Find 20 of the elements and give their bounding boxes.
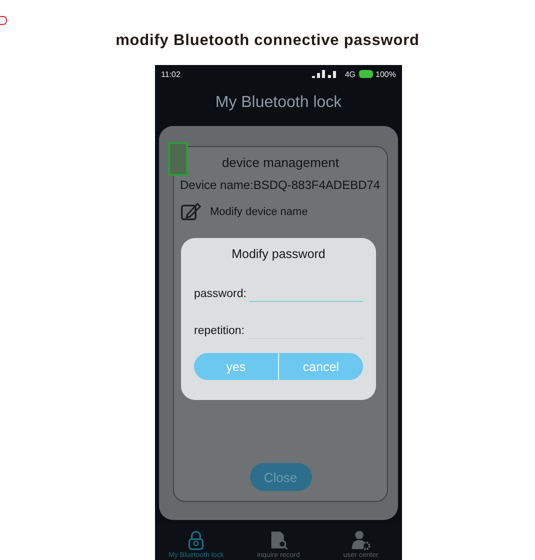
padlock-icon [186, 529, 206, 551]
pencil-icon [180, 201, 202, 223]
battery-icon [168, 142, 188, 176]
battery-icon [358, 70, 373, 78]
field-label: password: [194, 288, 246, 302]
page-title: modify Bluetooth connective password [114, 31, 420, 51]
field-label: repetition: [194, 325, 245, 339]
device-name: Device name:BSDQ-883F4ADEBD74 [180, 178, 381, 192]
dialog-button[interactable]: yes [194, 353, 279, 380]
network-label: 4G [344, 70, 356, 78]
status-time: 11:02 [161, 70, 180, 78]
menu-item[interactable]: Modify device name [210, 206, 308, 218]
dialog-title: Modify password [230, 246, 326, 263]
user-gear-icon [350, 529, 371, 551]
panel-title: device management [220, 155, 340, 170]
app-title: My Bluetooth lock [214, 93, 343, 113]
dialog-button[interactable]: cancel [279, 353, 363, 380]
battery-level: 100% [376, 70, 396, 78]
corner-mark [0, 16, 7, 25]
close-button[interactable]: Close [250, 463, 312, 491]
